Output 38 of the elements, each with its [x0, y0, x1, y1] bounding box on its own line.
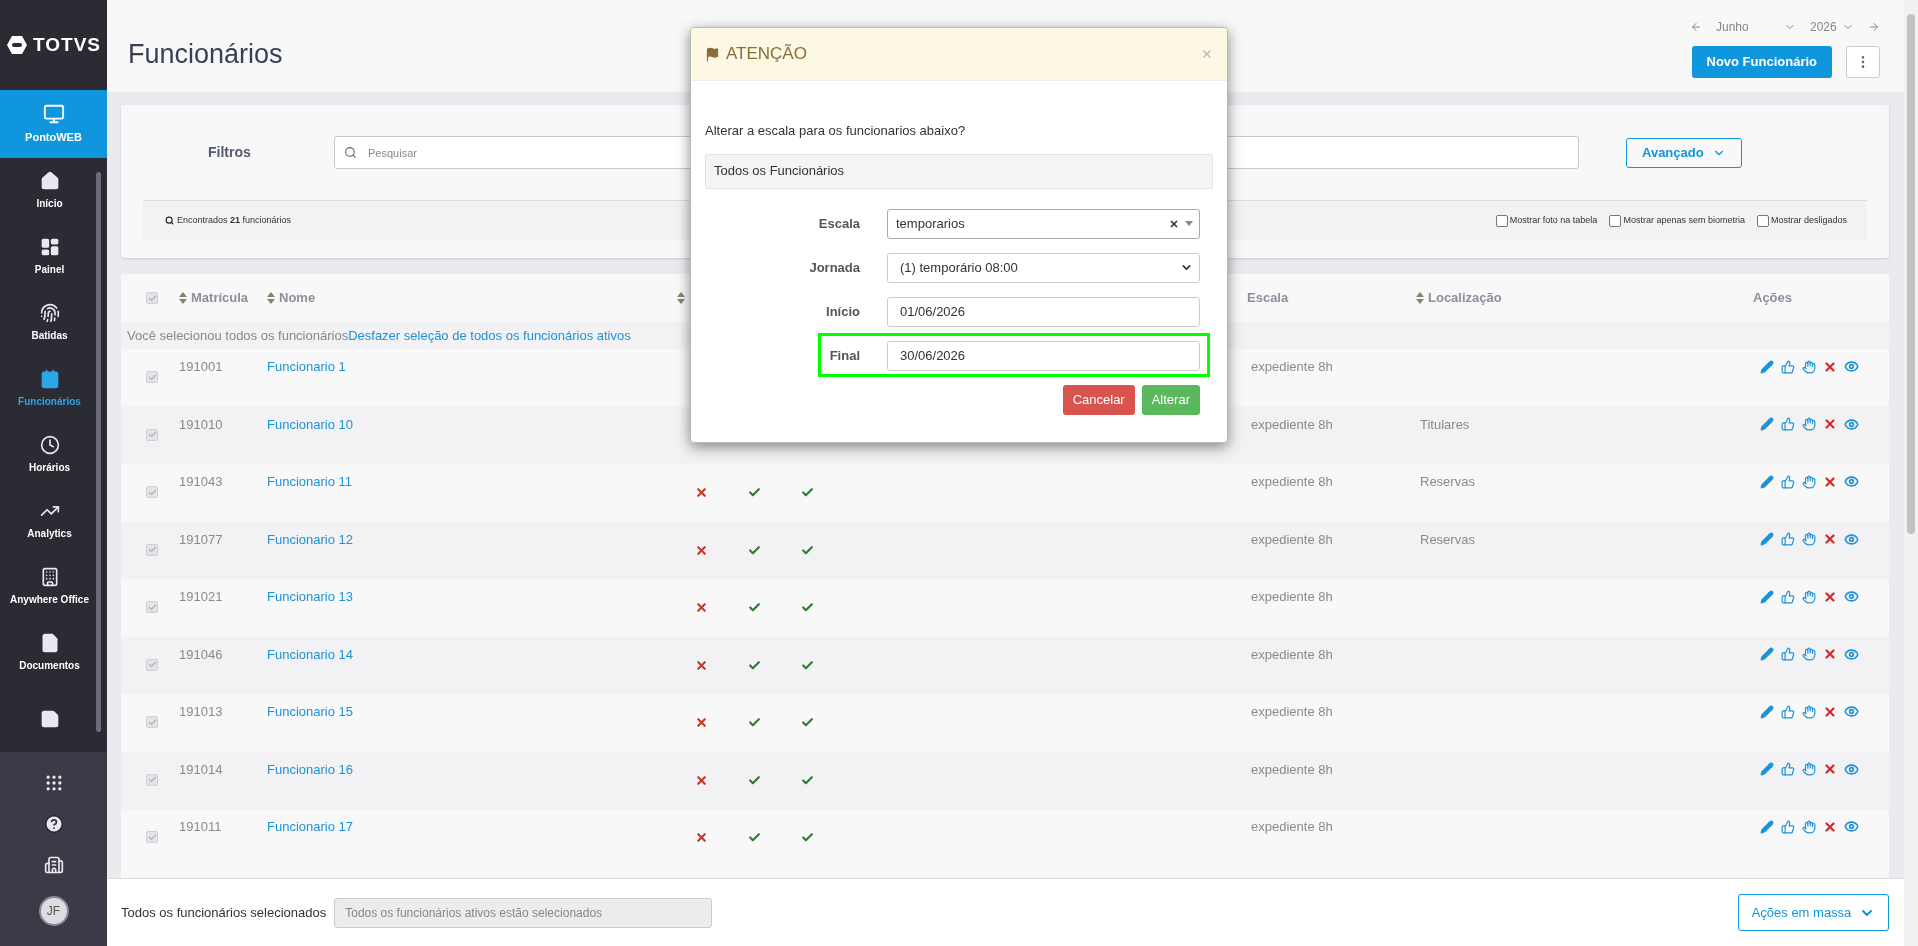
employee-id: 191010 — [179, 415, 224, 434]
location-cell: Reservas — [1420, 474, 1475, 489]
selection-summary: Todos os Funcionários — [705, 153, 1213, 189]
location-cell: Titulares — [1420, 416, 1470, 432]
schedule-cell-text: expediente 8h — [1251, 358, 1334, 376]
schedule-cell-text: expediente 8h — [1251, 645, 1334, 664]
column-header: Ações — [1752, 289, 1794, 308]
field-label: Jornada — [808, 258, 860, 277]
schedule-cell-text: expediente 8h — [1251, 530, 1334, 549]
schedule-cell-text: expediente 8h — [1251, 473, 1334, 491]
schedule-cell-text: expediente 8h — [1251, 415, 1334, 434]
logo-text: TOTVS — [33, 32, 101, 57]
page-title: Funcionários — [128, 37, 283, 71]
employee-id: 191077 — [179, 530, 224, 549]
employee-id: 191011 — [179, 818, 223, 836]
selection-label: Todos os funcionários selecionados — [121, 903, 327, 922]
selection-notice: Você selecionou todos os funcionários — [127, 326, 349, 345]
employee-id: 191021 — [179, 588, 224, 606]
employee-id: 191013 — [179, 703, 224, 721]
employee-id: 191001 — [179, 358, 224, 376]
schedule-cell-text: expediente 8h — [1251, 818, 1334, 836]
employee-id: 191014 — [179, 760, 224, 779]
filters-label: Filtros — [208, 143, 252, 162]
option-label: Mostrar foto na tabela — [1509, 213, 1598, 227]
option-label: Mostrar apenas sem biometria — [1623, 213, 1745, 227]
field-label: Final — [828, 346, 860, 365]
schedule-cell-text: expediente 8h — [1251, 588, 1334, 606]
field-label: Escala — [817, 214, 860, 233]
field-label: Início — [825, 302, 860, 321]
schedule-cell-text: expediente 8h — [1251, 760, 1334, 779]
column-header: Escala — [1247, 289, 1290, 308]
schedule-cell-text: expediente 8h — [1251, 703, 1334, 721]
option-label: Mostrar desligados — [1770, 213, 1847, 227]
employee-id: 191043 — [179, 473, 224, 491]
employee-id: 191046 — [179, 645, 224, 664]
dialog-title: ATENÇÃO — [726, 43, 807, 66]
location-cell: Reservas — [1420, 531, 1475, 547]
results-count: Encontrados 21 funcionários — [177, 213, 292, 227]
